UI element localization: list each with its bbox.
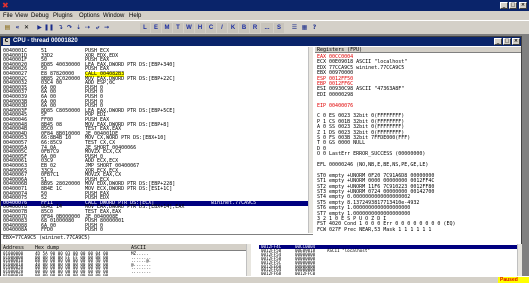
register-line[interactable]: O 0 LastErr ERROR_SUCCESS (00000000): [317, 152, 425, 157]
dump-pane[interactable]: Address Hex dump ASCII 01000000 4D 5A 90 …: [1, 244, 246, 277]
registers-pane[interactable]: Registers (FPU) EAX 00CC0004 ECX 00E09018…: [315, 47, 521, 235]
step-over-icon[interactable]: ↷: [65, 23, 74, 33]
menu-bar: File View Debug Plugins Options Window H…: [0, 11, 529, 20]
toolbar-letter-c[interactable]: C: [206, 23, 216, 33]
register-line[interactable]: FCW 027F Prec NEAR,53 Mask 1 1 1 1 1 1: [317, 227, 431, 233]
stack-scrollbar[interactable]: [517, 244, 522, 277]
stack-pane[interactable]: 0012FF4C 00CC0004 0012FF50 00E09018 ASCII "l…: [259, 244, 521, 277]
app-title-bar: ✖ _ □ ×: [0, 0, 529, 11]
ollydbg-logo-icon: ✖: [2, 1, 9, 10]
toolbar: ▤ « ✕ ▶ ❚❚ ↴ ↷ ⇣ ⇢ ⤶ → L E M T W H C / K…: [0, 20, 529, 35]
step-into-icon[interactable]: ↴: [56, 23, 65, 33]
status-bar: [0, 276, 529, 283]
dump-header: Address Hex dump ASCII: [1, 244, 246, 251]
execute-till-return-icon[interactable]: ⤶: [93, 23, 102, 33]
maximize-button[interactable]: □: [509, 2, 517, 9]
cpu-maximize-button[interactable]: □: [503, 38, 511, 45]
disassembly-scrollbar[interactable]: [308, 47, 313, 233]
trace-over-icon[interactable]: ⇢: [83, 23, 92, 33]
disasm-address: 0040008A: [3, 227, 28, 233]
close-icon[interactable]: ✕: [22, 23, 31, 33]
toolbar-letter-r[interactable]: R: [250, 23, 260, 33]
toolbar-letter-e[interactable]: E: [151, 23, 161, 33]
disasm-hex: FFD0: [41, 227, 54, 233]
toolbar-letter-slash[interactable]: /: [217, 23, 227, 33]
toolbar-letter-b[interactable]: B: [239, 23, 249, 33]
toolbar-letter-k[interactable]: K: [228, 23, 238, 33]
help-icon[interactable]: ?: [310, 23, 319, 33]
register-line[interactable]: EIP 00400076: [317, 103, 353, 109]
register-line[interactable]: EDI 00000298: [317, 92, 353, 98]
toolbar-letter-h[interactable]: H: [195, 23, 205, 33]
toolbar-letter-s[interactable]: S: [274, 23, 284, 33]
rewind-icon[interactable]: «: [13, 23, 22, 33]
goto-icon[interactable]: →: [102, 23, 111, 33]
toolbar-letter-ellipsis[interactable]: ...: [261, 23, 273, 33]
close-button[interactable]: ×: [519, 2, 527, 9]
menu-help[interactable]: Help: [129, 13, 141, 19]
menu-window[interactable]: Window: [103, 13, 124, 19]
toolbar-letter-m[interactable]: M: [162, 23, 172, 33]
cpu-window-icon: C: [3, 38, 10, 45]
cpu-minimize-button[interactable]: _: [494, 38, 502, 45]
registers-header[interactable]: Registers (FPU): [315, 47, 521, 53]
dump-scrollbar[interactable]: [246, 244, 251, 277]
play-icon[interactable]: ▶: [35, 23, 44, 33]
info-pane: EBX=77CA9C5 (wininet.77CA9C5): [1, 234, 313, 242]
menu-plugins[interactable]: Plugins: [53, 13, 73, 19]
list-icon[interactable]: ☰: [290, 23, 299, 33]
minimize-button[interactable]: _: [500, 2, 508, 9]
open-icon[interactable]: ▤: [3, 23, 12, 33]
cpu-window: CPU - thread 00001820 C _ □ × 0040001C 51…: [0, 36, 522, 277]
register-line[interactable]: EFL 00000246 (NO,NB,E,BE,NS,PE,GE,LE): [317, 163, 428, 168]
toolbar-letter-t[interactable]: T: [173, 23, 183, 33]
disassembly-pane[interactable]: 0040001C 51 PUSH ECX 0040001D 33D2 XOR EDX,ED…: [1, 47, 313, 233]
grid-icon[interactable]: ▦: [300, 23, 309, 33]
disasm-instruction: PUSH 0: [85, 227, 104, 233]
cpu-window-title: CPU - thread 00001820: [1, 37, 521, 46]
menu-view[interactable]: View: [15, 13, 28, 19]
menu-debug[interactable]: Debug: [31, 13, 49, 19]
toolbar-letter-w[interactable]: W: [184, 23, 194, 33]
trace-into-icon[interactable]: ⇣: [74, 23, 83, 33]
status-paused-badge: Paused: [498, 277, 529, 283]
menu-options[interactable]: Options: [79, 13, 100, 19]
disasm-row[interactable]: 0040008A FFD0 PUSH 0: [1, 228, 311, 233]
pause-icon[interactable]: ❚❚: [44, 23, 54, 33]
menu-file[interactable]: File: [3, 13, 13, 19]
cpu-close-button[interactable]: ×: [512, 38, 520, 45]
toolbar-letter-l[interactable]: L: [140, 23, 150, 33]
